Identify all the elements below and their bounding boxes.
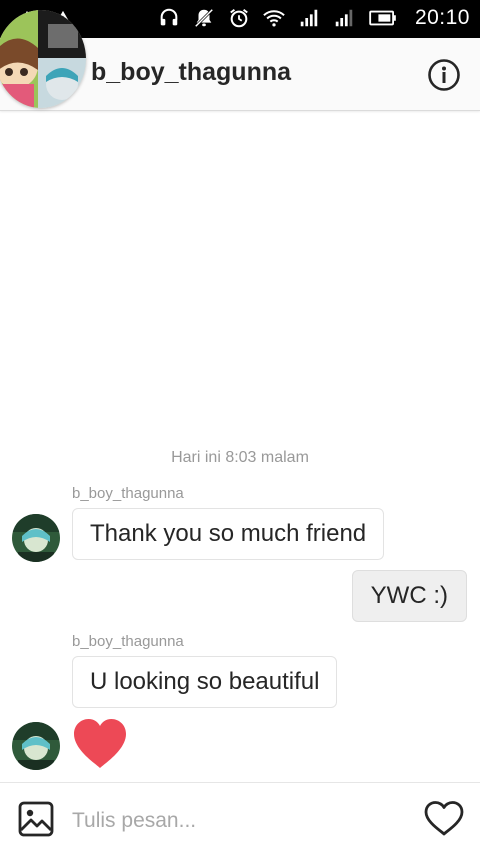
wifi-icon <box>263 10 285 27</box>
message-bubble-outgoing[interactable]: YWC :) <box>351 570 467 622</box>
battery-icon <box>369 10 396 26</box>
heart-shape <box>74 719 126 768</box>
sender-avatar-image <box>12 514 60 562</box>
notifications-off-icon <box>194 8 214 28</box>
alarm-icon <box>230 8 248 28</box>
profile-avatar[interactable] <box>0 10 86 108</box>
thread-username[interactable]: b_boy_thagunna <box>91 58 291 87</box>
avatar-collage-image <box>0 10 86 108</box>
message-sender: b_boy_thagunna <box>72 633 184 650</box>
message-bubble-incoming[interactable]: Thank you so much friend <box>72 508 385 560</box>
message-composer <box>0 782 480 855</box>
status-time: 20:10 <box>414 6 470 29</box>
sender-avatar[interactable] <box>12 514 60 562</box>
thread-timestamp: Hari ini 8:03 malam <box>171 449 309 466</box>
sender-avatar-image <box>12 722 60 770</box>
headset-icon <box>160 8 178 26</box>
signal-icon <box>335 9 353 27</box>
message-input[interactable] <box>72 807 402 835</box>
heart-outline-icon[interactable] <box>424 801 464 837</box>
gallery-icon[interactable] <box>18 801 54 837</box>
info-icon[interactable] <box>427 58 461 92</box>
message-sender: b_boy_thagunna <box>72 485 184 502</box>
heart-icon[interactable] <box>72 718 128 770</box>
message-bubble-incoming[interactable]: U looking so beautiful <box>72 656 338 708</box>
sender-avatar[interactable] <box>12 722 60 770</box>
signal-icon <box>300 9 318 27</box>
